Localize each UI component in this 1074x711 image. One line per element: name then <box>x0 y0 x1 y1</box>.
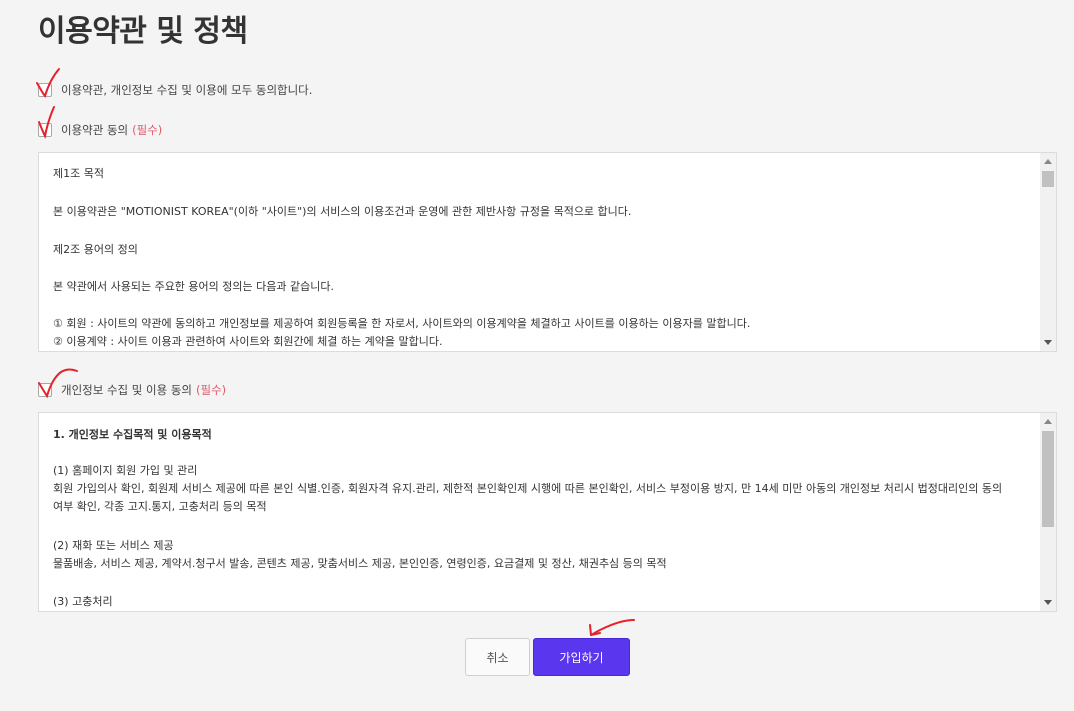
terms-line: ② 이용계약 : 사이트 이용과 관련하여 사이트와 회원간에 체결 하는 계약… <box>53 335 443 348</box>
privacy-line: (1) 홈페이지 회원 가입 및 관리 <box>53 464 198 477</box>
privacy-heading: 1. 개인정보 수집목적 및 이용목적 <box>53 428 212 441</box>
agree-all-label: 이용약관, 개인정보 수집 및 이용에 모두 동의합니다. <box>61 83 313 97</box>
privacy-line: (2) 재화 또는 서비스 제공 <box>53 539 174 552</box>
terms-agree-row[interactable]: 이용약관 동의 (필수) <box>38 121 162 139</box>
terms-agree-label: 이용약관 동의 <box>61 123 129 137</box>
join-button[interactable]: 가입하기 <box>533 638 630 676</box>
terms-required-label: (필수) <box>132 123 163 137</box>
privacy-scroll-thumb[interactable] <box>1042 431 1054 527</box>
privacy-line: (3) 고충처리 <box>53 595 113 608</box>
scroll-up-icon[interactable] <box>1044 419 1052 424</box>
scroll-up-icon[interactable] <box>1044 159 1052 164</box>
scroll-down-icon[interactable] <box>1044 340 1052 345</box>
terms-agree-checkbox[interactable] <box>38 123 52 137</box>
privacy-scrollbar[interactable] <box>1040 413 1056 611</box>
terms-line: ① 회원 : 사이트의 약관에 동의하고 개인정보를 제공하여 회원등록을 한 … <box>53 317 751 330</box>
agree-all-row[interactable]: 이용약관, 개인정보 수집 및 이용에 모두 동의합니다. <box>38 81 312 99</box>
terms-line: 제1조 목적 <box>53 167 104 180</box>
page-title: 이용약관 및 정책 <box>38 14 248 49</box>
privacy-agree-row[interactable]: 개인정보 수집 및 이용 동의 (필수) <box>38 381 226 399</box>
privacy-line: 여부 확인, 각종 고지.통지, 고충처리 등의 목적 <box>53 500 267 513</box>
terms-line: 본 약관에서 사용되는 주요한 용어의 정의는 다음과 같습니다. <box>53 280 334 293</box>
privacy-content-box[interactable]: 1. 개인정보 수집목적 및 이용목적 (1) 홈페이지 회원 가입 및 관리 … <box>38 412 1057 612</box>
privacy-text: 1. 개인정보 수집목적 및 이용목적 (1) 홈페이지 회원 가입 및 관리 … <box>53 413 1034 611</box>
privacy-line: 물품배송, 서비스 제공, 계약서.청구서 발송, 콘텐츠 제공, 맞춤서비스 … <box>53 557 667 570</box>
agree-all-checkbox[interactable] <box>38 83 52 97</box>
cancel-button[interactable]: 취소 <box>465 638 530 676</box>
terms-text: 제1조 목적 본 이용약관은 "MOTIONIST KOREA"(이하 "사이트… <box>53 153 1034 351</box>
privacy-required-label: (필수) <box>196 383 227 397</box>
annotation-arrow-icon <box>589 619 635 636</box>
privacy-agree-checkbox[interactable] <box>38 383 52 397</box>
terms-scroll-thumb[interactable] <box>1042 171 1054 187</box>
terms-scrollbar[interactable] <box>1040 153 1056 351</box>
terms-line: 제2조 용어의 정의 <box>53 243 138 256</box>
privacy-agree-label: 개인정보 수집 및 이용 동의 <box>61 383 193 397</box>
terms-line: 본 이용약관은 "MOTIONIST KOREA"(이하 "사이트")의 서비스… <box>53 205 632 218</box>
privacy-line: 회원 가입의사 확인, 회원제 서비스 제공에 따른 본인 식별.인증, 회원자… <box>53 482 1003 495</box>
scroll-down-icon[interactable] <box>1044 600 1052 605</box>
terms-content-box[interactable]: 제1조 목적 본 이용약관은 "MOTIONIST KOREA"(이하 "사이트… <box>38 152 1057 352</box>
